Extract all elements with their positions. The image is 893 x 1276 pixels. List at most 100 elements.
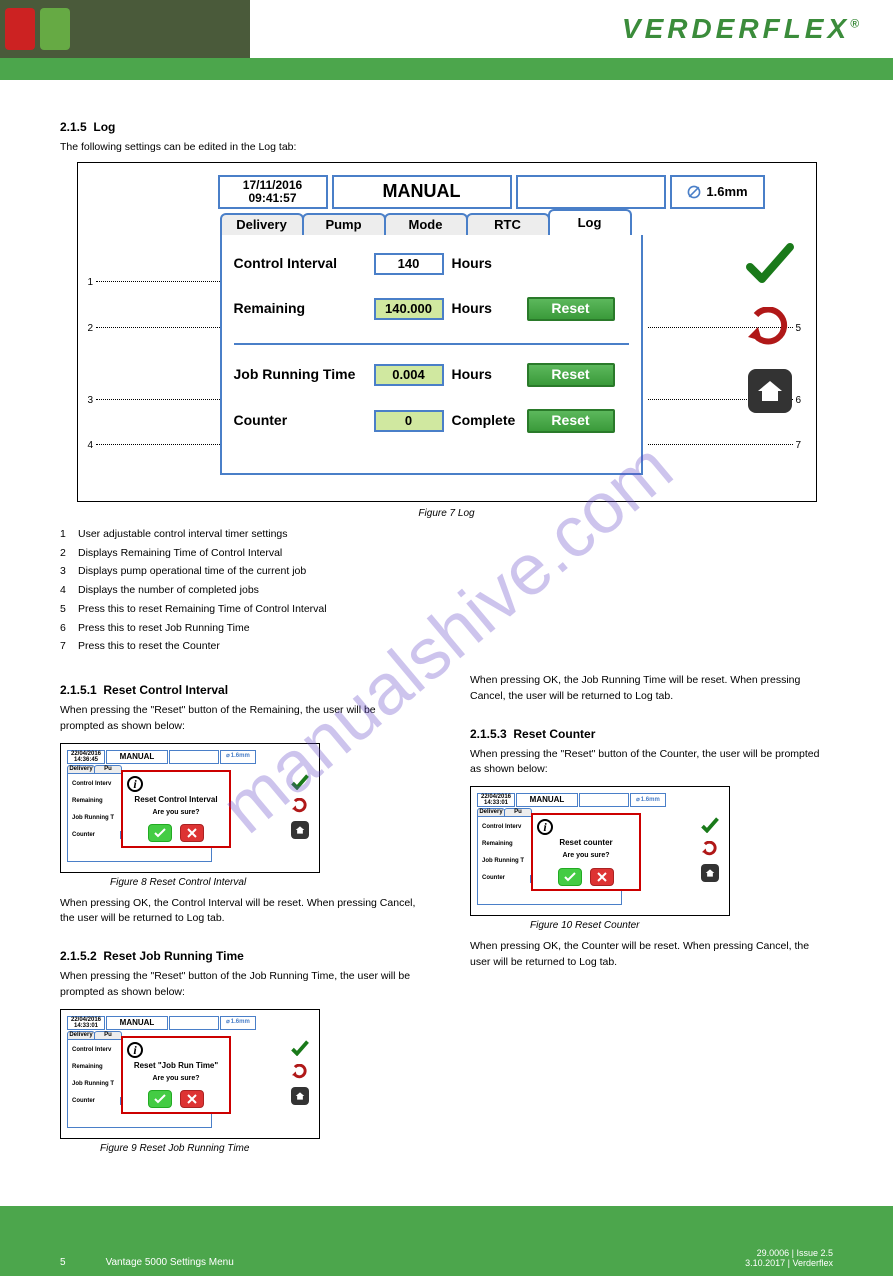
intro-text: The following settings can be edited in … [60, 140, 833, 156]
redo-icon[interactable] [748, 307, 792, 347]
job-running-label: Job Running Time [234, 364, 374, 385]
tube-size-box[interactable]: 1.6mm [670, 175, 765, 209]
mini-redo-icon [702, 841, 718, 856]
popup-question: Are you sure? [152, 1074, 199, 1085]
remaining-label: Remaining [234, 298, 374, 319]
mini-redo-icon [292, 1064, 308, 1079]
control-interval-value[interactable]: 140 [374, 253, 444, 275]
mini-datetime: 22/04/201614:36:45 [67, 750, 105, 764]
legend-num-4: 4 [88, 438, 94, 453]
log-panel: Control Interval 140 Hours Remaining 140… [220, 235, 643, 475]
sec2152-after: When pressing OK, the Job Running Time w… [470, 673, 830, 705]
leader-1 [96, 281, 226, 282]
brand-logo: VERDERFLEX® [622, 13, 863, 45]
popup-reset-jobruntime: i Reset "Job Run Time" Are you sure? [121, 1036, 231, 1114]
tab-pump[interactable]: Pump [302, 213, 386, 235]
popup-ok-button[interactable] [148, 1090, 172, 1108]
home-button[interactable] [748, 369, 792, 413]
figure-8-caption: Figure 8 Reset Control Interval [110, 875, 420, 890]
job-running-row: Job Running Time 0.004 Hours Reset [234, 363, 629, 387]
accept-icon[interactable] [746, 243, 794, 285]
mini-title: MANUAL [106, 750, 168, 764]
mini-home-icon [701, 864, 719, 882]
mini-redo-icon [292, 798, 308, 813]
info-icon: i [127, 1042, 143, 1058]
counter-label: Counter [234, 410, 374, 431]
remaining-unit: Hours [452, 298, 527, 319]
counter-row: Counter 0 Complete Reset [234, 409, 629, 433]
sec2153-text: When pressing the "Reset" button of the … [470, 747, 830, 779]
remaining-reset-button[interactable]: Reset [527, 297, 615, 321]
popup-question: Are you sure? [562, 851, 609, 862]
home-icon [756, 377, 784, 405]
sec2153-after: When pressing OK, the Counter will be re… [470, 939, 830, 971]
popup-ok-button[interactable] [148, 824, 172, 842]
datetime-box: 17/11/201609:41:57 [218, 175, 328, 209]
info-icon: i [127, 776, 143, 792]
sec2151-after: When pressing OK, the Control Interval w… [60, 896, 420, 928]
leader-4 [96, 444, 226, 445]
tab-bar: Delivery Pump Mode RTC Log [220, 213, 818, 235]
job-running-reset-button[interactable]: Reset [527, 363, 615, 387]
figure-9: 22/04/201614:33:01 MANUAL ⌀1.6mm Deliver… [60, 1009, 320, 1139]
sec2151-title: 2.1.5.1 Reset Control Interval [60, 681, 420, 699]
popup-ok-button[interactable] [558, 868, 582, 886]
sec2152-text: When pressing the "Reset" button of the … [60, 969, 420, 1001]
mini-home-icon [291, 821, 309, 839]
panel-divider [234, 343, 629, 345]
figure-7: 1 2 3 4 5 6 7 17/11/201609:41:57 MANUAL … [77, 162, 817, 502]
figure-8: 22/04/201614:36:45 MANUAL ⌀1.6mm Deliver… [60, 743, 320, 873]
legend-num-2: 2 [88, 321, 94, 336]
mini-accept-icon [291, 774, 309, 790]
job-running-value: 0.004 [374, 364, 444, 386]
job-running-unit: Hours [452, 364, 527, 385]
top-bar: 17/11/201609:41:57 MANUAL 1.6mm [218, 175, 818, 209]
leader-2 [96, 327, 226, 328]
mini-tab-delivery: Delivery [67, 765, 95, 774]
popup-reset-control: i Reset Control Interval Are you sure? [121, 770, 231, 848]
columns: 2.1.5.1 Reset Control Interval When pres… [60, 673, 833, 1156]
hmi-screen: 17/11/201609:41:57 MANUAL 1.6mm Delivery… [218, 175, 818, 475]
footer-page: 5 [60, 1257, 66, 1268]
control-interval-unit: Hours [452, 253, 527, 274]
footer-right: 29.0006 | Issue 2.53.10.2017 | Verderfle… [745, 1248, 833, 1268]
blank-box [516, 175, 666, 209]
legend-list: 1User adjustable control interval timer … [60, 527, 833, 655]
control-interval-label: Control Interval [234, 253, 374, 274]
mini-accept-icon [291, 1040, 309, 1056]
sec2152-title: 2.1.5.2 Reset Job Running Time [60, 947, 420, 965]
figure-9-caption: Figure 9 Reset Job Running Time [100, 1141, 420, 1156]
popup-cancel-button[interactable] [590, 868, 614, 886]
counter-reset-button[interactable]: Reset [527, 409, 615, 433]
popup-reset-counter: i Reset counter Are you sure? [531, 813, 641, 891]
side-action-buttons [746, 243, 794, 413]
mini-tube: ⌀1.6mm [220, 750, 256, 764]
mini-home-icon [291, 1087, 309, 1105]
popup-question: Are you sure? [152, 808, 199, 819]
mode-title: MANUAL [332, 175, 512, 209]
figure-10-caption: Figure 10 Reset Counter [530, 918, 830, 933]
content: 2.1.5 Log The following settings can be … [0, 80, 893, 1186]
legend-num-1: 1 [88, 275, 94, 290]
popup-cancel-button[interactable] [180, 824, 204, 842]
popup-cancel-button[interactable] [180, 1090, 204, 1108]
footer: 5 Vantage 5000 Settings Menu 29.0006 | I… [0, 1206, 893, 1276]
popup-title: Reset Control Interval [134, 794, 217, 806]
remaining-value: 140.000 [374, 298, 444, 320]
mini-accept-icon [701, 817, 719, 833]
right-column: When pressing OK, the Job Running Time w… [470, 673, 830, 1156]
figure-10: 22/04/201614:33:01 MANUAL ⌀1.6mm Deliver… [470, 786, 730, 916]
counter-unit: Complete [452, 410, 527, 431]
mini-side-icons [291, 774, 309, 839]
footer-title: Vantage 5000 Settings Menu [106, 1257, 746, 1268]
sec2151-text: When pressing the "Reset" button of the … [60, 703, 420, 735]
left-column: 2.1.5.1 Reset Control Interval When pres… [60, 673, 420, 1156]
tab-mode[interactable]: Mode [384, 213, 468, 235]
section-title: 2.1.5 Log [60, 118, 833, 136]
tab-log[interactable]: Log [548, 209, 632, 235]
header: VERDERFLEX® [0, 0, 893, 58]
tab-delivery[interactable]: Delivery [220, 213, 304, 235]
tab-rtc[interactable]: RTC [466, 213, 550, 235]
figure-7-caption: Figure 7 Log [60, 506, 833, 521]
remaining-row: Remaining 140.000 Hours Reset [234, 297, 629, 321]
